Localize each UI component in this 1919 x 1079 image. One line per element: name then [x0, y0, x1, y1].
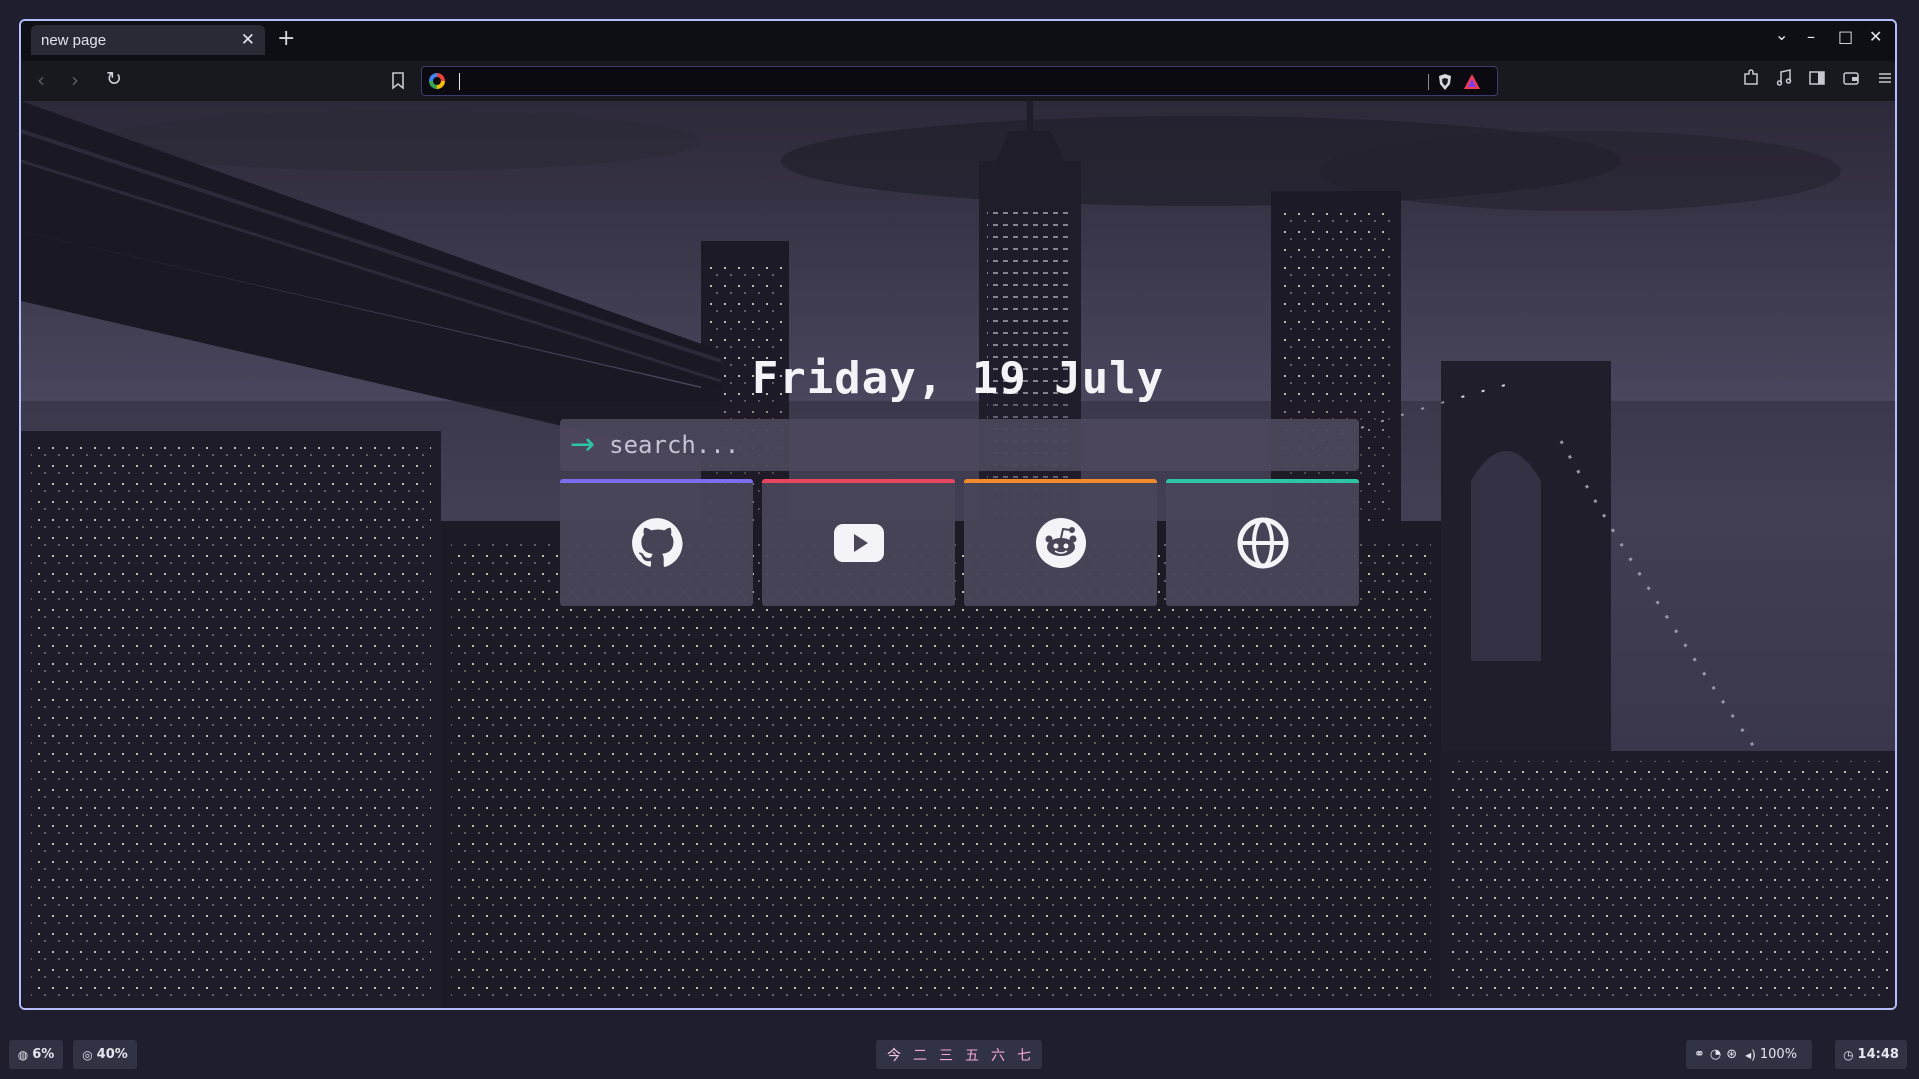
workspace-switcher: 今 二 三 五 六 七: [876, 1040, 1042, 1069]
sidebar-icon[interactable]: [1808, 69, 1826, 87]
workspace-2[interactable]: 二: [907, 1045, 933, 1065]
minimize-button[interactable]: –: [1807, 27, 1815, 46]
memory-icon: ◎: [82, 1047, 93, 1062]
shortcut-github[interactable]: [560, 479, 753, 606]
new-tab-page: Friday, 19 July →: [21, 101, 1895, 1008]
brave-rewards-icon[interactable]: [1463, 73, 1481, 90]
wallet-icon[interactable]: [1842, 69, 1860, 87]
bookmark-icon[interactable]: [391, 72, 405, 90]
steam-icon[interactable]: ⊛: [1726, 1047, 1737, 1062]
tab-list-dropdown-icon[interactable]: ⌄: [1775, 25, 1788, 44]
reload-button[interactable]: ↻: [106, 68, 122, 90]
github-icon: [631, 517, 683, 567]
cpu-indicator: ◍ 6%: [9, 1040, 63, 1069]
close-window-button[interactable]: ✕: [1869, 27, 1882, 46]
address-bar[interactable]: [421, 66, 1498, 96]
taskbar: ◍ 6% ◎ 40% 今 二 三 五 六 七 ⚭ ◔ ⊛ ◂) 100% ◷ 1…: [0, 1034, 1919, 1079]
discord-icon[interactable]: ◔: [1710, 1047, 1721, 1062]
shortcut-tiles: [560, 479, 1359, 606]
toolbar: ‹ › ↻: [21, 61, 1895, 101]
url-input[interactable]: [462, 70, 1366, 94]
cpu-icon: ◍: [17, 1047, 29, 1062]
memory-value: 40%: [96, 1047, 128, 1062]
network-icon[interactable]: ⚭: [1694, 1047, 1705, 1062]
tile-accent-bar: [1166, 479, 1359, 483]
tab-strip: new page ✕ + ⌄ – □ ✕: [21, 21, 1895, 61]
menu-icon[interactable]: [1876, 69, 1894, 87]
media-icon[interactable]: [1775, 69, 1793, 87]
extensions-icon[interactable]: [1742, 69, 1760, 87]
new-tab-button[interactable]: +: [277, 26, 295, 51]
browser-window: new page ✕ + ⌄ – □ ✕ ‹ › ↻ Friday, 19 Ju…: [19, 19, 1897, 1010]
workspace-5[interactable]: 五: [959, 1045, 985, 1065]
tab-title: new page: [41, 31, 107, 49]
clock-icon: ◷: [1843, 1047, 1854, 1062]
tab-new-page[interactable]: new page ✕: [31, 25, 265, 55]
shortcut-reddit[interactable]: [964, 479, 1157, 606]
search-input[interactable]: [607, 430, 1359, 460]
workspace-3[interactable]: 三: [933, 1045, 959, 1065]
back-button[interactable]: ‹: [37, 68, 45, 92]
cpu-value: 6%: [32, 1047, 55, 1062]
workspace-7[interactable]: 七: [1011, 1045, 1037, 1065]
workspace-6[interactable]: 六: [985, 1045, 1011, 1065]
arrow-right-icon: →: [570, 427, 596, 462]
google-icon: [429, 73, 445, 89]
youtube-icon: [833, 523, 884, 562]
address-divider: [1428, 74, 1429, 90]
speaker-icon[interactable]: ◂): [1745, 1048, 1756, 1062]
tile-accent-bar: [560, 479, 753, 483]
clock: ◷ 14:48: [1835, 1040, 1907, 1069]
shortcut-youtube[interactable]: [762, 479, 955, 606]
search-box[interactable]: →: [560, 419, 1359, 471]
workspace-1[interactable]: 今: [881, 1045, 907, 1065]
date-heading: Friday, 19 July: [751, 353, 1165, 404]
clock-value: 14:48: [1857, 1047, 1899, 1062]
volume-value: 100%: [1759, 1047, 1798, 1062]
tile-accent-bar: [964, 479, 1157, 483]
brave-shield-icon[interactable]: [1437, 73, 1453, 91]
system-tray: ⚭ ◔ ⊛ ◂) 100%: [1686, 1040, 1812, 1069]
globe-icon: [1237, 517, 1288, 568]
memory-indicator: ◎ 40%: [73, 1040, 137, 1069]
shortcut-web[interactable]: [1166, 479, 1359, 606]
forward-button[interactable]: ›: [71, 68, 79, 92]
reddit-icon: [1035, 517, 1086, 568]
tab-close-icon[interactable]: ✕: [241, 30, 255, 50]
maximize-button[interactable]: □: [1838, 27, 1853, 46]
text-caret: [459, 73, 460, 90]
tile-accent-bar: [762, 479, 955, 483]
